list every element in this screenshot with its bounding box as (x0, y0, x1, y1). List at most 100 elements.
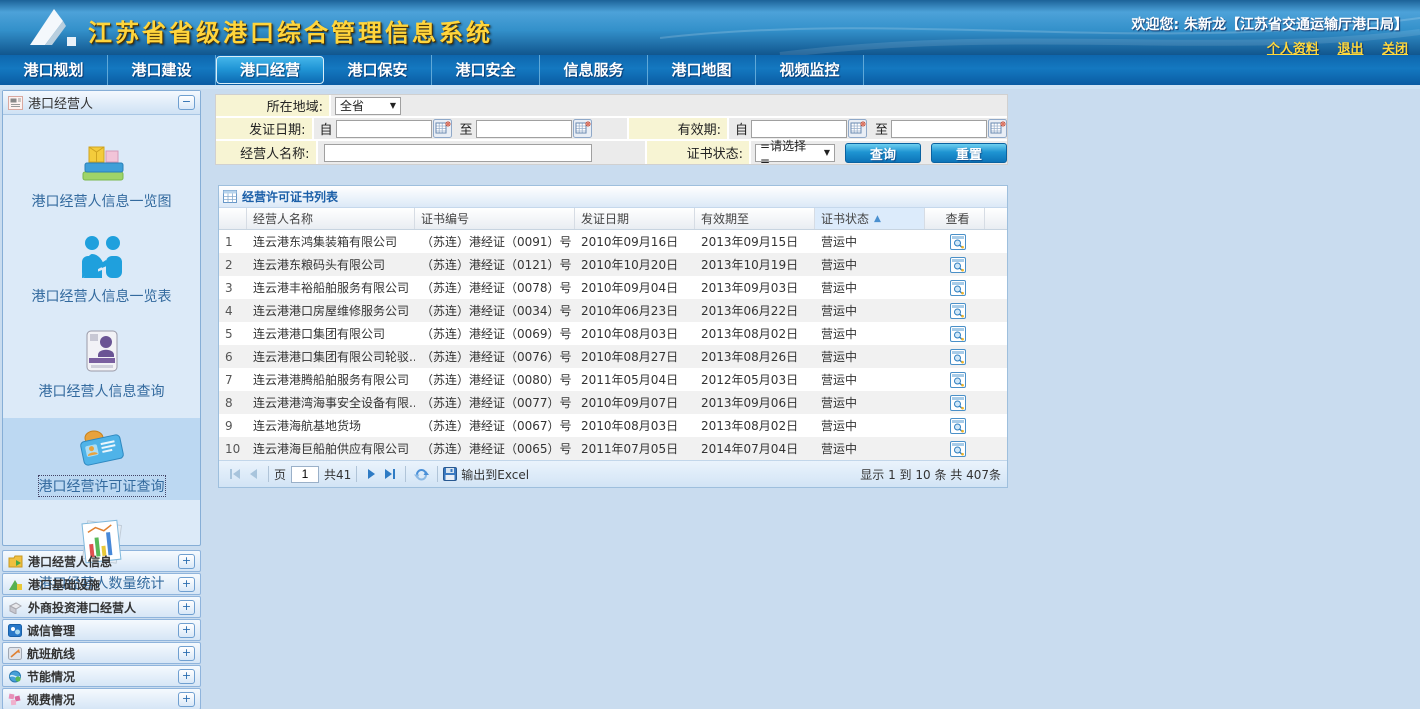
first-page-icon[interactable] (225, 468, 245, 480)
sidebar-item-license-query[interactable]: 港口经营许可证查询 (3, 418, 200, 500)
accordion-panel-foreign-investment[interactable]: 外商投资港口经营人 + (2, 596, 201, 618)
calendar-icon[interactable] (988, 119, 1007, 138)
region-label: 所在地域: (216, 95, 331, 116)
table-row[interactable]: 9 连云港海航基地货场 （苏连）港经证（0067）号 2010年08月03日 2… (219, 414, 1007, 437)
view-details-icon[interactable] (950, 372, 966, 388)
view-details-icon[interactable] (950, 418, 966, 434)
column-valid-until[interactable]: 有效期至 (695, 208, 815, 229)
view-details-icon[interactable] (950, 349, 966, 365)
previous-page-icon[interactable] (245, 468, 263, 480)
cert-status-label: 证书状态: (645, 141, 751, 164)
view-details-icon[interactable] (950, 441, 966, 457)
table-row[interactable]: 4 连云港港口房屋维修服务公司 （苏连）港经证（0034）号 2010年06月2… (219, 299, 1007, 322)
issue-date-cell: 2010年09月07日 (575, 391, 695, 414)
table-row[interactable]: 7 连云港港腾船舶服务有限公司 （苏连）港经证（0080）号 2011年05月0… (219, 368, 1007, 391)
row-number: 7 (219, 368, 247, 391)
record-count-summary: 显示 1 到 10 条 共 407条 (860, 466, 1001, 483)
accordion-panel-energy-saving[interactable]: 节能情况 + (2, 665, 201, 687)
from-label: 自 (320, 119, 333, 138)
table-row[interactable]: 8 连云港港湾海事安全设备有限... （苏连）港经证（0077）号 2010年0… (219, 391, 1007, 414)
expand-panel-button[interactable]: + (178, 600, 195, 615)
expand-panel-button[interactable]: + (178, 669, 195, 684)
accordion-panel-fees[interactable]: 规费情况 + (2, 688, 201, 709)
tab-port-security[interactable]: 港口保安 (324, 55, 432, 85)
pager-divider (437, 466, 438, 482)
issue-date-to-input[interactable] (476, 120, 572, 138)
table-row[interactable]: 2 连云港东粮码头有限公司 （苏连）港经证（0121）号 2010年10月20日… (219, 253, 1007, 276)
column-cert-number[interactable]: 证书编号 (415, 208, 575, 229)
refresh-icon[interactable] (411, 467, 432, 482)
view-details-icon[interactable] (950, 303, 966, 319)
table-row[interactable]: 3 连云港丰裕船舶服务有限公司 （苏连）港经证（0078）号 2010年09月0… (219, 276, 1007, 299)
tab-info-service[interactable]: 信息服务 (540, 55, 648, 85)
expand-panel-button[interactable]: + (178, 692, 195, 707)
column-issue-date[interactable]: 发证日期 (575, 208, 695, 229)
table-row[interactable]: 1 连云港东鸿集装箱有限公司 （苏连）港经证（0091）号 2010年09月16… (219, 230, 1007, 253)
tab-port-operation[interactable]: 港口经营 (216, 56, 324, 84)
page-label: 页 (274, 466, 286, 483)
export-excel-label: 输出到Excel (461, 466, 529, 483)
view-details-icon[interactable] (950, 280, 966, 296)
license-table-panel: 经营许可证书列表 经营人名称 证书编号 发证日期 有效期至 证书状态 ▲ 查看 … (218, 185, 1008, 488)
valid-until-cell: 2014年07月04日 (695, 437, 815, 460)
operator-name-label: 经营人名称: (216, 141, 318, 164)
tab-port-construction[interactable]: 港口建设 (108, 55, 216, 85)
tab-video-monitor[interactable]: 视频监控 (756, 55, 864, 85)
issue-date-cell: 2010年08月03日 (575, 414, 695, 437)
export-excel-button[interactable]: 输出到Excel (443, 466, 529, 483)
sidebar-item-operator-overview-chart[interactable]: 港口经营人信息一览图 (3, 133, 200, 215)
calendar-icon[interactable] (573, 119, 592, 138)
expand-panel-button[interactable]: + (178, 554, 195, 569)
calendar-icon[interactable] (433, 119, 452, 138)
page-number-input[interactable] (291, 466, 319, 483)
valid-until-cell: 2013年09月15日 (695, 230, 815, 253)
validity-from-input[interactable] (751, 120, 847, 138)
table-row[interactable]: 5 连云港港口集团有限公司 （苏连）港经证（0069）号 2010年08月03日… (219, 322, 1007, 345)
cert-status-select[interactable]: =请选择= ▼ (755, 144, 835, 162)
accordion-panel-routes[interactable]: 航班航线 + (2, 642, 201, 664)
operator-name-cell: 连云港港湾海事安全设备有限... (247, 391, 415, 414)
issue-date-from-input[interactable] (336, 120, 432, 138)
operator-name-input[interactable] (324, 144, 592, 162)
expand-panel-button[interactable]: + (178, 623, 195, 638)
operator-name-cell: 连云港港腾船舶服务有限公司 (247, 368, 415, 391)
reset-button[interactable]: 重置 (931, 143, 1007, 163)
tab-port-planning[interactable]: 港口规划 (0, 55, 108, 85)
view-details-icon[interactable] (950, 326, 966, 342)
sidebar-item-label: 港口经营许可证查询 (39, 476, 165, 496)
next-page-icon[interactable] (362, 468, 380, 480)
view-details-icon[interactable] (950, 395, 966, 411)
view-details-icon[interactable] (950, 257, 966, 273)
table-row[interactable]: 6 连云港港口集团有限公司轮驳... （苏连）港经证（0076）号 2010年0… (219, 345, 1007, 368)
accordion-label: 航班航线 (27, 645, 178, 662)
row-number: 10 (219, 437, 247, 460)
operator-name-cell: 连云港丰裕船舶服务有限公司 (247, 276, 415, 299)
fees-icon (8, 693, 22, 706)
tab-port-safety[interactable]: 港口安全 (432, 55, 540, 85)
infrastructure-icon (8, 578, 23, 591)
accordion-panel-integrity[interactable]: 诚信管理 + (2, 619, 201, 641)
view-details-icon[interactable] (950, 234, 966, 250)
tab-port-map[interactable]: 港口地图 (648, 55, 756, 85)
expand-panel-button[interactable]: + (178, 646, 195, 661)
calendar-icon[interactable] (848, 119, 867, 138)
accordion-panel-infrastructure[interactable]: 港口基础设施 + (2, 573, 201, 595)
region-select-value: 全省 (340, 97, 364, 114)
expand-panel-button[interactable]: + (178, 577, 195, 592)
collapse-panel-button[interactable]: − (178, 95, 195, 110)
form-row-operator: 经营人名称: 证书状态: =请选择= ▼ 查询 重置 (216, 141, 1007, 164)
sidebar-item-operator-overview-table[interactable]: 港口经营人信息一览表 (3, 228, 200, 310)
cert-status-select-value: =请选择= (760, 137, 814, 168)
query-button[interactable]: 查询 (845, 143, 921, 163)
table-row[interactable]: 10 连云港海巨船舶供应有限公司 （苏连）港经证（0065）号 2011年07月… (219, 437, 1007, 460)
to-label: 至 (460, 119, 473, 138)
column-cert-status[interactable]: 证书状态 ▲ (815, 208, 925, 229)
last-page-icon[interactable] (380, 468, 400, 480)
column-operator-name[interactable]: 经营人名称 (247, 208, 415, 229)
validity-to-input[interactable] (891, 120, 987, 138)
column-cert-status-label: 证书状态 (821, 210, 869, 227)
accordion-panel-operator-info[interactable]: 港口经营人信息 + (2, 550, 201, 572)
sidebar-item-operator-info-query[interactable]: 港口经营人信息查询 (3, 323, 200, 405)
status-cell: 营运中 (815, 299, 925, 322)
region-select[interactable]: 全省 ▼ (335, 97, 401, 115)
